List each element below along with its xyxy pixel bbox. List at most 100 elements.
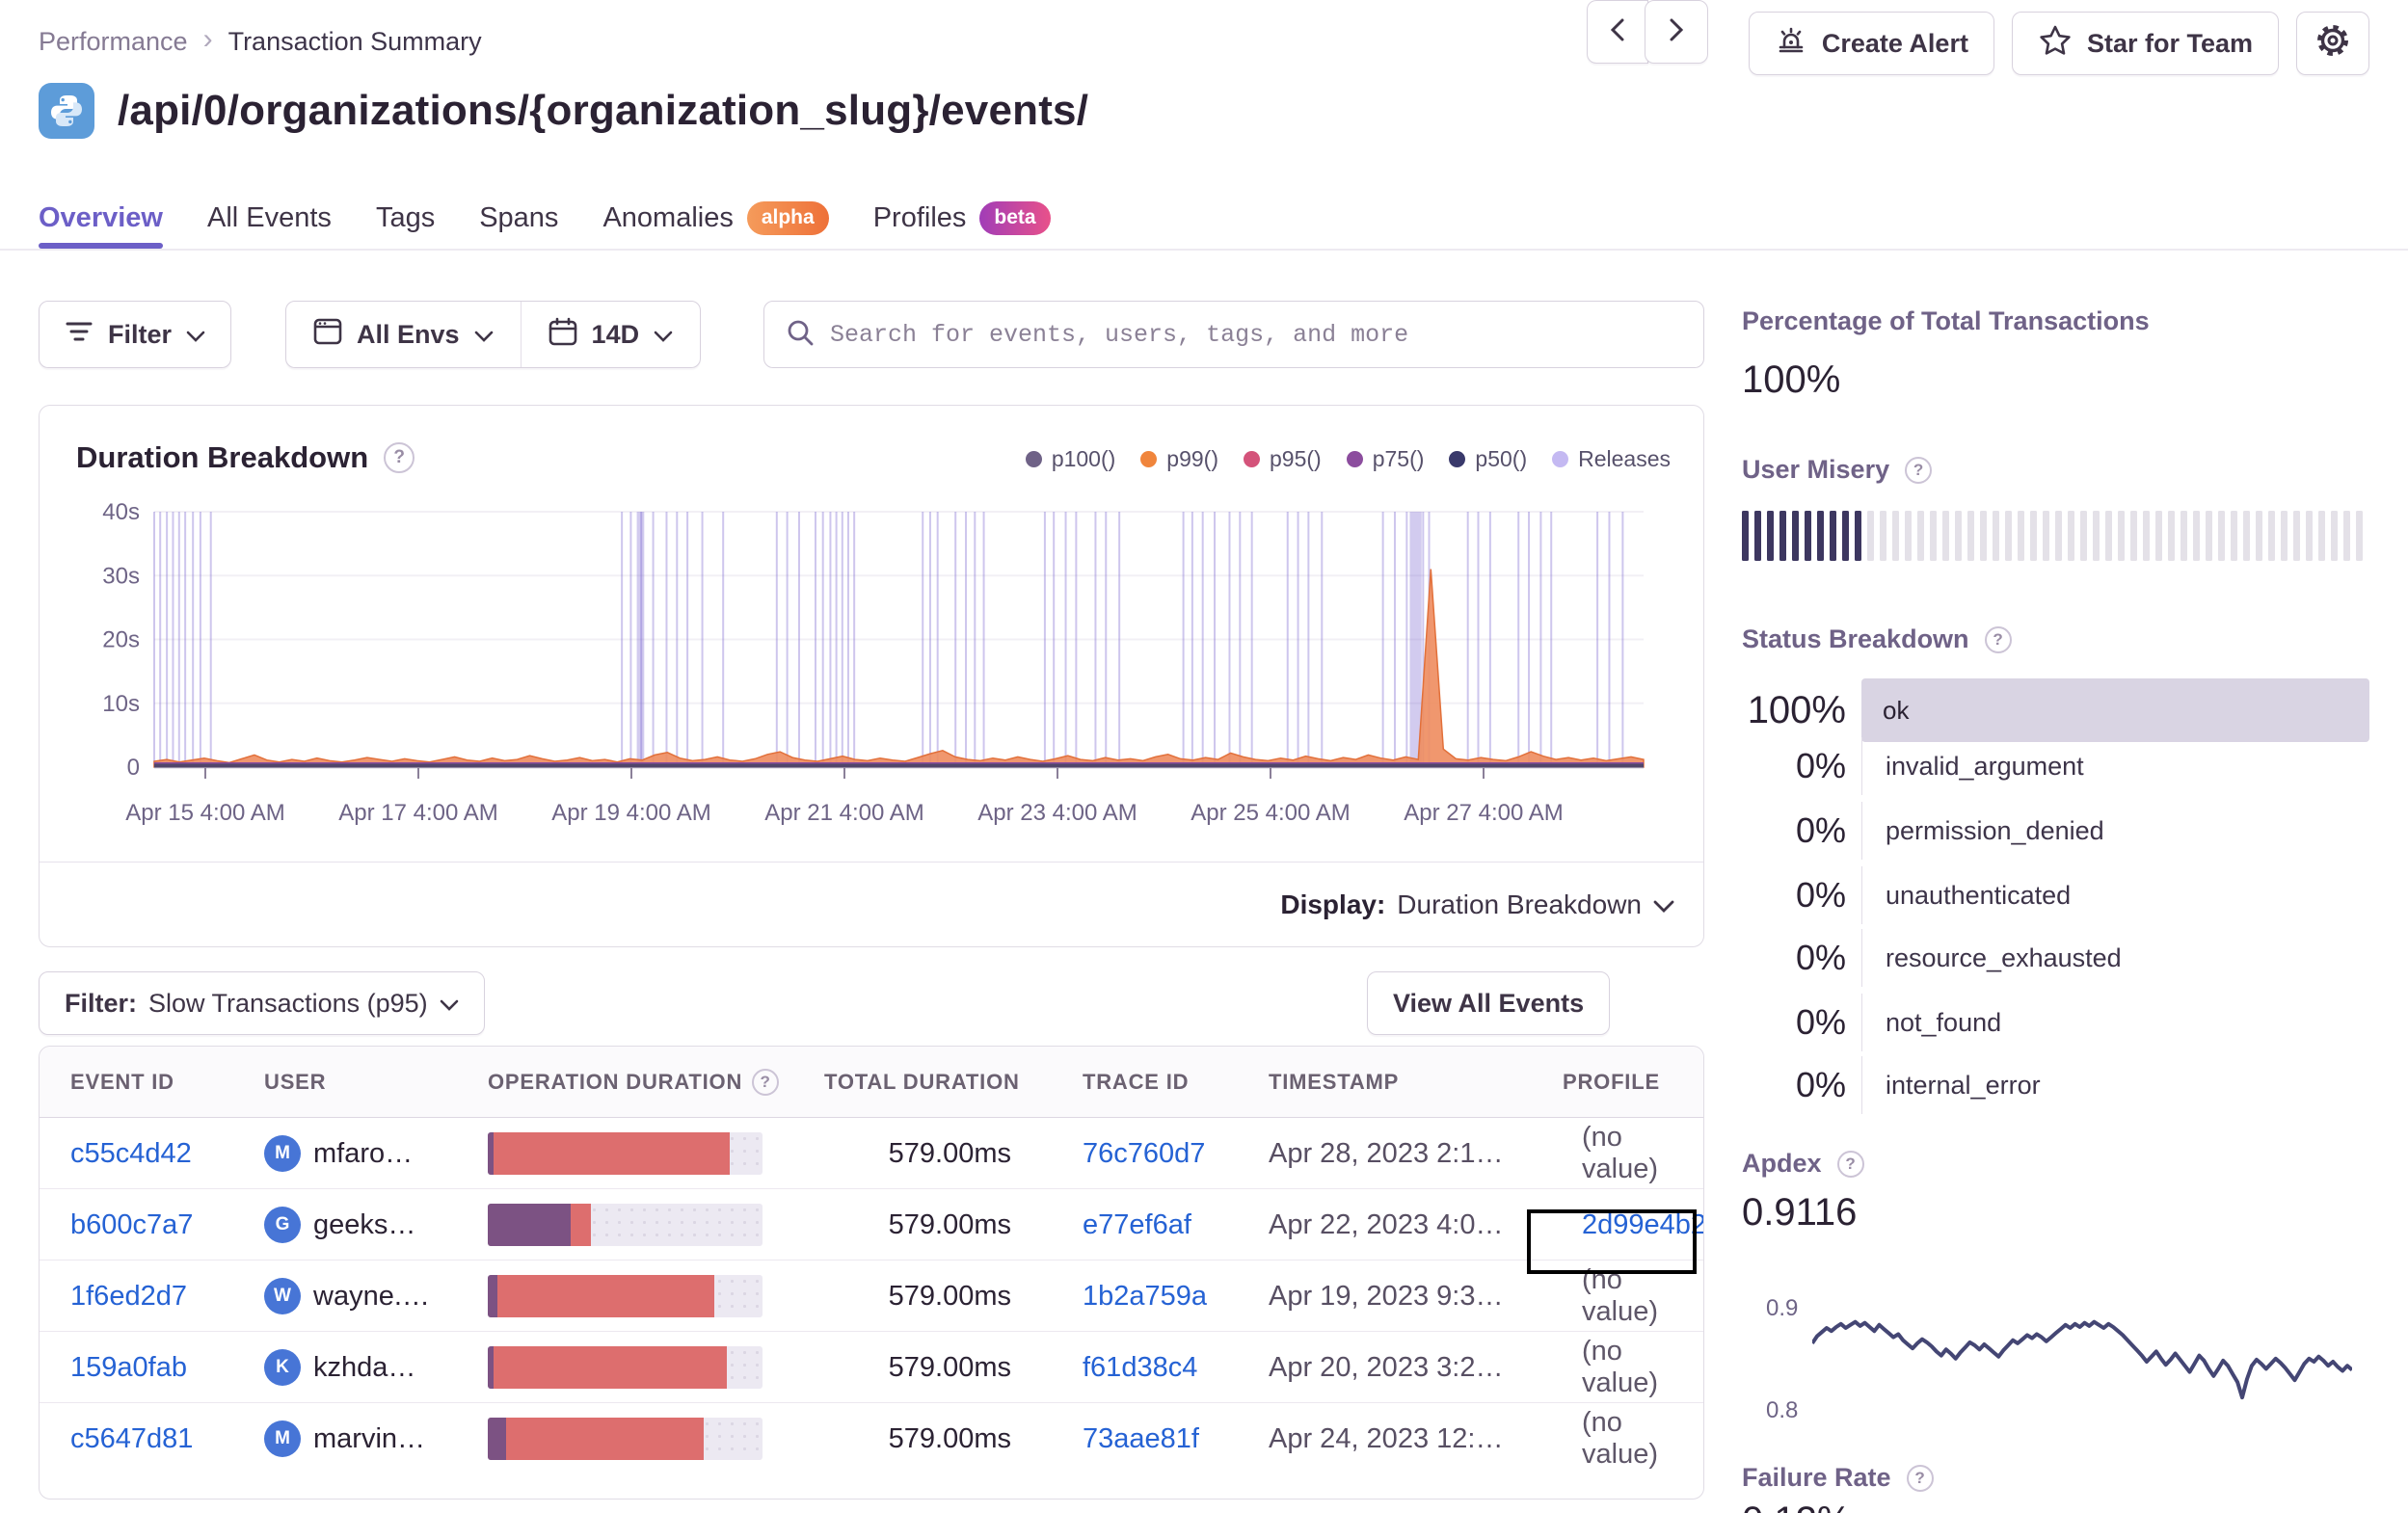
bar-segment-purple (488, 1418, 506, 1460)
misery-tick (2155, 511, 2162, 561)
breadcrumb-current: Transaction Summary (227, 26, 482, 56)
trace-id-link[interactable]: 76c760d7 (1083, 1118, 1205, 1189)
status-row: 0% permission_denied (1742, 802, 2369, 860)
trace-id-link[interactable]: 1b2a759a (1083, 1261, 1207, 1332)
tab-profiles[interactable]: Profiles beta (873, 193, 1051, 243)
trace-id-link[interactable]: e77ef6af (1083, 1189, 1191, 1261)
date-range-selector[interactable]: 14D (520, 302, 701, 367)
tab-spans[interactable]: Spans (479, 193, 558, 243)
total-duration-value: 579.00ms (888, 1208, 1011, 1240)
user-name: mfaro… (313, 1137, 414, 1169)
table-row: c5647d81 Mmarvin… 579.00ms 73aae81f Apr … (40, 1403, 1703, 1474)
legend-item-p100[interactable]: p100() (1025, 446, 1115, 472)
misery-tick (1867, 511, 1874, 561)
misery-tick (2331, 511, 2338, 561)
avatar: G (264, 1207, 301, 1243)
status-pct: 0% (1795, 938, 1846, 977)
view-all-events-button[interactable]: View All Events (1367, 971, 1611, 1035)
total-duration-value: 579.00ms (888, 1351, 1011, 1383)
misery-tick (2206, 511, 2212, 561)
legend-item-p50[interactable]: p50() (1449, 446, 1527, 472)
create-alert-label: Create Alert (1821, 28, 1968, 58)
tab-tags-label: Tags (375, 201, 436, 233)
status-label: ok (1883, 695, 1910, 725)
duration-breakdown-help-icon[interactable]: ? (384, 442, 415, 473)
legend-item-p75[interactable]: p75() (1346, 446, 1424, 472)
star-for-team-button[interactable]: Star for Team (2011, 12, 2279, 75)
timestamp-value: Apr 19, 2023 9:3… (1269, 1280, 1504, 1312)
event-id-link[interactable]: c5647d81 (70, 1403, 193, 1474)
operation-duration-bar (488, 1346, 763, 1389)
legend-item-releases[interactable]: Releases (1552, 446, 1671, 472)
environment-selector[interactable]: All Envs (286, 302, 521, 367)
event-id-link[interactable]: b600c7a7 (70, 1189, 193, 1261)
settings-button[interactable] (2296, 12, 2369, 75)
misery-tick (2005, 511, 2012, 561)
title-row: /api/0/organizations/{organization_slug}… (39, 83, 1088, 139)
legend-item-p99[interactable]: p99() (1140, 446, 1218, 472)
legend-dot-p100 (1025, 451, 1042, 467)
slow-transactions-filter-label: Filter: (65, 988, 138, 1018)
misery-tick (1767, 511, 1774, 561)
svg-text:Apr 23 4:00 AM: Apr 23 4:00 AM (977, 800, 1137, 826)
tab-anomalies[interactable]: Anomalies alpha (602, 193, 829, 243)
breadcrumb-performance[interactable]: Performance (39, 27, 188, 57)
trace-id-link[interactable]: 73aae81f (1083, 1403, 1199, 1474)
apdex-value: 0.9116 (1742, 1191, 1858, 1234)
misery-tick (2193, 511, 2200, 561)
slow-transactions-filter-button[interactable]: Filter: Slow Transactions (p95) (39, 971, 485, 1035)
filter-dropdown-button[interactable]: Filter (39, 301, 232, 368)
operation-duration-bar (488, 1418, 763, 1460)
event-id-link[interactable]: c55c4d42 (70, 1118, 192, 1189)
svg-text:0: 0 (127, 755, 140, 781)
misery-tick (2281, 511, 2288, 561)
tab-tags[interactable]: Tags (376, 193, 435, 243)
search-input[interactable] (830, 320, 1682, 349)
page-title: /api/0/organizations/{organization_slug}… (118, 87, 1089, 134)
misery-tick (2356, 511, 2363, 561)
failure-rate-help-icon[interactable]: ? (1906, 1464, 1934, 1492)
tab-overview[interactable]: Overview (39, 193, 163, 249)
apdex-sparkline-chart (1812, 1319, 2352, 1400)
create-alert-button[interactable]: Create Alert (1748, 12, 1994, 75)
profile-value: (no value) (1582, 1336, 1658, 1398)
transaction-summary-page: Performance › Transaction Summary Create… (0, 0, 2408, 1513)
timestamp-value: Apr 22, 2023 4:0… (1269, 1208, 1504, 1240)
user-cell: Wwayne.… (264, 1261, 430, 1332)
display-dropdown[interactable]: Duration Breakdown (1397, 889, 1674, 920)
breadcrumb: Performance › Transaction Summary (39, 23, 482, 58)
trace-id-link[interactable]: f61d38c4 (1083, 1332, 1197, 1403)
tab-spans-label: Spans (479, 201, 559, 233)
svg-text:Apr 27 4:00 AM: Apr 27 4:00 AM (1404, 800, 1563, 826)
timestamp-value: Apr 28, 2023 2:1… (1269, 1137, 1504, 1169)
chart-legend: p100() p99() p95() p75() p50() Releases (1025, 446, 1671, 472)
event-id-link[interactable]: 159a0fab (70, 1332, 187, 1403)
status-label: invalid_argument (1861, 737, 2084, 795)
user-name: marvin… (313, 1422, 426, 1454)
legend-item-p95[interactable]: p95() (1244, 446, 1322, 472)
profile-value: (no value) (1582, 1407, 1658, 1470)
misery-tick (2243, 511, 2250, 561)
misery-tick (2080, 511, 2087, 561)
user-misery-help-icon[interactable]: ? (1905, 456, 1933, 484)
tab-all-events[interactable]: All Events (207, 193, 332, 243)
apdex-label: Apdex (1742, 1149, 1822, 1178)
pagination-next-button[interactable] (1645, 0, 1708, 64)
pagination-previous-button[interactable] (1587, 0, 1648, 64)
search-bar (763, 301, 1704, 368)
slow-transactions-filter-value: Slow Transactions (p95) (148, 988, 428, 1018)
user-name: geeks… (313, 1208, 416, 1240)
status-breakdown-help-icon[interactable]: ? (1984, 625, 2012, 653)
status-label: resource_exhausted (1861, 929, 2122, 987)
misery-tick (1905, 511, 1912, 561)
tab-all-events-label: All Events (206, 201, 332, 233)
pct-total-transactions-label: Percentage of Total Transactions (1742, 306, 2150, 335)
user-name: kzhda… (313, 1351, 416, 1383)
apdex-help-icon[interactable]: ? (1836, 1150, 1864, 1178)
misery-tick (1892, 511, 1899, 561)
operation-duration-help-icon[interactable]: ? (752, 1069, 780, 1096)
table-row: b600c7a7 Ggeeks… 579.00ms e77ef6af Apr 2… (40, 1189, 1703, 1261)
event-id-link[interactable]: 1f6ed2d7 (70, 1261, 187, 1332)
misery-tick (2293, 511, 2300, 561)
status-pct: 100% (1747, 688, 1846, 731)
